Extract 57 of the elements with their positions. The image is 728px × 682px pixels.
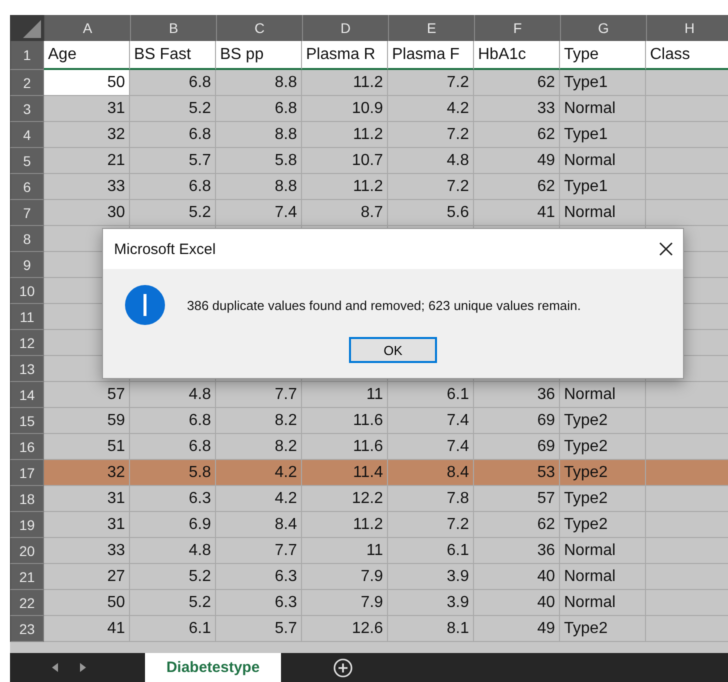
table-cell: Age [44, 41, 130, 70]
row-header[interactable]: 19 [10, 512, 44, 538]
table-cell: 50 [44, 70, 130, 96]
row-header[interactable]: 16 [10, 434, 44, 460]
ok-button[interactable]: OK [349, 337, 437, 363]
table-cell: Type [560, 41, 646, 70]
column-header[interactable]: E [389, 15, 475, 41]
column-header[interactable]: D [303, 15, 389, 41]
table-cell: 5.7 [216, 616, 302, 642]
dialog-message: 386 duplicate values found and removed; 623 unique values remain. [187, 298, 581, 312]
column-header[interactable]: F [475, 15, 561, 41]
column-header[interactable]: G [561, 15, 647, 41]
table-cell: Plasma F [388, 41, 474, 70]
row-header[interactable]: 20 [10, 538, 44, 564]
row-header[interactable]: 15 [10, 408, 44, 434]
row-header[interactable]: 11 [10, 304, 44, 330]
sheet-tab[interactable]: Diabetestype [145, 653, 281, 682]
table-cell: Plasma R [302, 41, 388, 70]
row-header[interactable]: 13 [10, 356, 44, 382]
row-header[interactable]: 5 [10, 148, 44, 174]
table-cell: Type2 [560, 616, 646, 642]
row-header[interactable]: 2 [10, 70, 44, 96]
row-header[interactable]: 4 [10, 122, 44, 148]
row-header[interactable]: 14 [10, 382, 44, 408]
info-icon [125, 285, 165, 325]
row-header[interactable]: 17 [10, 460, 44, 486]
table-cell: 41 [44, 616, 130, 642]
row-header[interactable]: 9 [10, 252, 44, 278]
column-header[interactable]: H [647, 15, 728, 41]
row-header[interactable]: 22 [10, 590, 44, 616]
table-cell: HbA1c [474, 41, 560, 70]
row-header[interactable]: 8 [10, 226, 44, 252]
row-header[interactable]: 23 [10, 616, 44, 642]
table-cell: 6.1 [130, 616, 216, 642]
row-header[interactable]: 1 [10, 41, 44, 70]
select-all-icon[interactable] [23, 20, 41, 38]
table-cell: BS pp [216, 41, 302, 70]
add-sheet-icon[interactable] [333, 658, 353, 678]
scroll-left-icon[interactable] [52, 663, 58, 672]
column-header[interactable]: A [45, 15, 131, 41]
scroll-right-icon[interactable] [80, 663, 86, 672]
row-header[interactable]: 3 [10, 96, 44, 122]
column-header[interactable]: B [131, 15, 217, 41]
column-header[interactable]: C [217, 15, 303, 41]
row-header[interactable]: 21 [10, 564, 44, 590]
row-header[interactable]: 12 [10, 330, 44, 356]
table-cell: 12.6 [302, 616, 388, 642]
close-icon[interactable] [659, 242, 673, 256]
table-cell: 49 [474, 616, 560, 642]
row-header[interactable]: 7 [10, 200, 44, 226]
table-cell: BS Fast [130, 41, 216, 70]
table-cell: 8.1 [388, 616, 474, 642]
row-header[interactable]: 6 [10, 174, 44, 200]
table-cell: Class [646, 41, 728, 70]
row-header[interactable]: 18 [10, 486, 44, 512]
row-header[interactable]: 10 [10, 278, 44, 304]
dialog-title: Microsoft Excel [114, 240, 216, 258]
